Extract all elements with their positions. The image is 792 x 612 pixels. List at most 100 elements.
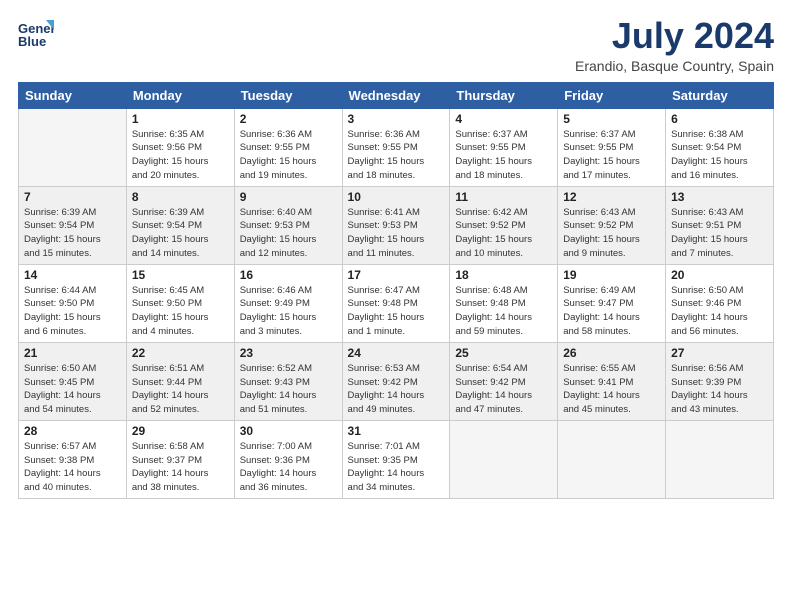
cell-content: Sunrise: 6:43 AMSunset: 9:52 PMDaylight:…: [563, 206, 660, 261]
cell-1-7: 6 Sunrise: 6:38 AMSunset: 9:54 PMDaylight…: [666, 108, 774, 186]
cell-2-2: 8 Sunrise: 6:39 AMSunset: 9:54 PMDaylight…: [126, 186, 234, 264]
col-friday: Friday: [558, 82, 666, 108]
day-number: 26: [563, 346, 660, 360]
day-number: 9: [240, 190, 337, 204]
day-number: 18: [455, 268, 552, 282]
week-row-3: 14 Sunrise: 6:44 AMSunset: 9:50 PMDayligh…: [19, 264, 774, 342]
logo: General Blue: [18, 16, 58, 52]
cell-5-2: 29Sunrise: 6:58 AMSunset: 9:37 PMDayligh…: [126, 420, 234, 498]
cell-4-3: 23 Sunrise: 6:52 AMSunset: 9:43 PMDayligh…: [234, 342, 342, 420]
cell-3-7: 20 Sunrise: 6:50 AMSunset: 9:46 PMDayligh…: [666, 264, 774, 342]
cell-content: Sunrise: 6:54 AMSunset: 9:42 PMDaylight:…: [455, 362, 552, 417]
cell-4-2: 22 Sunrise: 6:51 AMSunset: 9:44 PMDayligh…: [126, 342, 234, 420]
day-number: 27: [671, 346, 768, 360]
col-wednesday: Wednesday: [342, 82, 450, 108]
cell-content: Sunrise: 6:36 AMSunset: 9:55 PMDaylight:…: [240, 128, 337, 183]
week-row-4: 21 Sunrise: 6:50 AMSunset: 9:45 PMDayligh…: [19, 342, 774, 420]
day-number: 20: [671, 268, 768, 282]
day-number: 25: [455, 346, 552, 360]
cell-4-1: 21 Sunrise: 6:50 AMSunset: 9:45 PMDayligh…: [19, 342, 127, 420]
day-number: 21: [24, 346, 121, 360]
day-number: 3: [348, 112, 445, 126]
cell-content: Sunrise: 6:50 AMSunset: 9:46 PMDaylight:…: [671, 284, 768, 339]
day-number: 22: [132, 346, 229, 360]
day-number: 4: [455, 112, 552, 126]
cell-content: Sunrise: 6:44 AMSunset: 9:50 PMDaylight:…: [24, 284, 121, 339]
day-number: 1: [132, 112, 229, 126]
day-number: 2: [240, 112, 337, 126]
cell-content: Sunrise: 6:35 AMSunset: 9:56 PMDaylight:…: [132, 128, 229, 183]
day-number: 24: [348, 346, 445, 360]
cell-1-3: 2 Sunrise: 6:36 AMSunset: 9:55 PMDaylight…: [234, 108, 342, 186]
title-block: July 2024 Erandio, Basque Country, Spain: [575, 16, 774, 74]
day-number: 29: [132, 424, 229, 438]
cell-2-3: 9Sunrise: 6:40 AMSunset: 9:53 PMDaylight…: [234, 186, 342, 264]
day-number: 7: [24, 190, 121, 204]
day-number: 10: [348, 190, 445, 204]
day-number: 28: [24, 424, 121, 438]
cell-5-7: [666, 420, 774, 498]
day-number: 6: [671, 112, 768, 126]
cell-3-6: 19 Sunrise: 6:49 AMSunset: 9:47 PMDayligh…: [558, 264, 666, 342]
cell-content: Sunrise: 7:00 AMSunset: 9:36 PMDaylight:…: [240, 440, 337, 495]
cell-content: Sunrise: 6:39 AMSunset: 9:54 PMDaylight:…: [132, 206, 229, 261]
header: General Blue July 2024 Erandio, Basque C…: [18, 16, 774, 74]
day-number: 14: [24, 268, 121, 282]
cell-4-4: 24 Sunrise: 6:53 AMSunset: 9:42 PMDayligh…: [342, 342, 450, 420]
cell-1-6: 5Sunrise: 6:37 AMSunset: 9:55 PMDaylight…: [558, 108, 666, 186]
cell-1-2: 1 Sunrise: 6:35 AMSunset: 9:56 PMDaylight…: [126, 108, 234, 186]
cell-4-7: 27 Sunrise: 6:56 AMSunset: 9:39 PMDayligh…: [666, 342, 774, 420]
day-number: 31: [348, 424, 445, 438]
col-thursday: Thursday: [450, 82, 558, 108]
day-number: 16: [240, 268, 337, 282]
cell-content: Sunrise: 6:48 AMSunset: 9:48 PMDaylight:…: [455, 284, 552, 339]
cell-4-5: 25 Sunrise: 6:54 AMSunset: 9:42 PMDayligh…: [450, 342, 558, 420]
cell-content: Sunrise: 6:43 AMSunset: 9:51 PMDaylight:…: [671, 206, 768, 261]
cell-content: Sunrise: 6:51 AMSunset: 9:44 PMDaylight:…: [132, 362, 229, 417]
cell-content: Sunrise: 6:42 AMSunset: 9:52 PMDaylight:…: [455, 206, 552, 261]
cell-content: Sunrise: 6:36 AMSunset: 9:55 PMDaylight:…: [348, 128, 445, 183]
cell-3-2: 15 Sunrise: 6:45 AMSunset: 9:50 PMDayligh…: [126, 264, 234, 342]
week-row-5: 28 Sunrise: 6:57 AMSunset: 9:38 PMDayligh…: [19, 420, 774, 498]
cell-content: Sunrise: 6:39 AMSunset: 9:54 PMDaylight:…: [24, 206, 121, 261]
cell-3-5: 18 Sunrise: 6:48 AMSunset: 9:48 PMDayligh…: [450, 264, 558, 342]
col-sunday: Sunday: [19, 82, 127, 108]
day-number: 30: [240, 424, 337, 438]
cell-2-7: 13 Sunrise: 6:43 AMSunset: 9:51 PMDayligh…: [666, 186, 774, 264]
cell-content: Sunrise: 6:45 AMSunset: 9:50 PMDaylight:…: [132, 284, 229, 339]
cell-5-4: 31 Sunrise: 7:01 AMSunset: 9:35 PMDayligh…: [342, 420, 450, 498]
week-row-1: 1 Sunrise: 6:35 AMSunset: 9:56 PMDaylight…: [19, 108, 774, 186]
cell-3-3: 16 Sunrise: 6:46 AMSunset: 9:49 PMDayligh…: [234, 264, 342, 342]
cell-content: Sunrise: 6:46 AMSunset: 9:49 PMDaylight:…: [240, 284, 337, 339]
cell-content: Sunrise: 6:52 AMSunset: 9:43 PMDaylight:…: [240, 362, 337, 417]
cell-content: Sunrise: 6:56 AMSunset: 9:39 PMDaylight:…: [671, 362, 768, 417]
day-number: 15: [132, 268, 229, 282]
cell-content: Sunrise: 6:57 AMSunset: 9:38 PMDaylight:…: [24, 440, 121, 495]
day-number: 19: [563, 268, 660, 282]
day-number: 13: [671, 190, 768, 204]
cell-5-3: 30 Sunrise: 7:00 AMSunset: 9:36 PMDayligh…: [234, 420, 342, 498]
day-number: 23: [240, 346, 337, 360]
cell-content: Sunrise: 6:47 AMSunset: 9:48 PMDaylight:…: [348, 284, 445, 339]
day-number: 17: [348, 268, 445, 282]
col-monday: Monday: [126, 82, 234, 108]
day-number: 8: [132, 190, 229, 204]
cell-2-4: 10 Sunrise: 6:41 AMSunset: 9:53 PMDayligh…: [342, 186, 450, 264]
day-number: 5: [563, 112, 660, 126]
cell-content: Sunrise: 6:38 AMSunset: 9:54 PMDaylight:…: [671, 128, 768, 183]
cell-2-5: 11Sunrise: 6:42 AMSunset: 9:52 PMDayligh…: [450, 186, 558, 264]
header-row: Sunday Monday Tuesday Wednesday Thursday…: [19, 82, 774, 108]
month-title: July 2024: [575, 16, 774, 56]
cell-2-1: 7 Sunrise: 6:39 AMSunset: 9:54 PMDaylight…: [19, 186, 127, 264]
cell-1-4: 3 Sunrise: 6:36 AMSunset: 9:55 PMDaylight…: [342, 108, 450, 186]
day-number: 12: [563, 190, 660, 204]
location-title: Erandio, Basque Country, Spain: [575, 58, 774, 74]
cell-content: Sunrise: 6:41 AMSunset: 9:53 PMDaylight:…: [348, 206, 445, 261]
cell-content: Sunrise: 7:01 AMSunset: 9:35 PMDaylight:…: [348, 440, 445, 495]
cell-5-5: [450, 420, 558, 498]
cell-content: Sunrise: 6:50 AMSunset: 9:45 PMDaylight:…: [24, 362, 121, 417]
col-tuesday: Tuesday: [234, 82, 342, 108]
cell-content: Sunrise: 6:53 AMSunset: 9:42 PMDaylight:…: [348, 362, 445, 417]
cell-content: Sunrise: 6:49 AMSunset: 9:47 PMDaylight:…: [563, 284, 660, 339]
col-saturday: Saturday: [666, 82, 774, 108]
